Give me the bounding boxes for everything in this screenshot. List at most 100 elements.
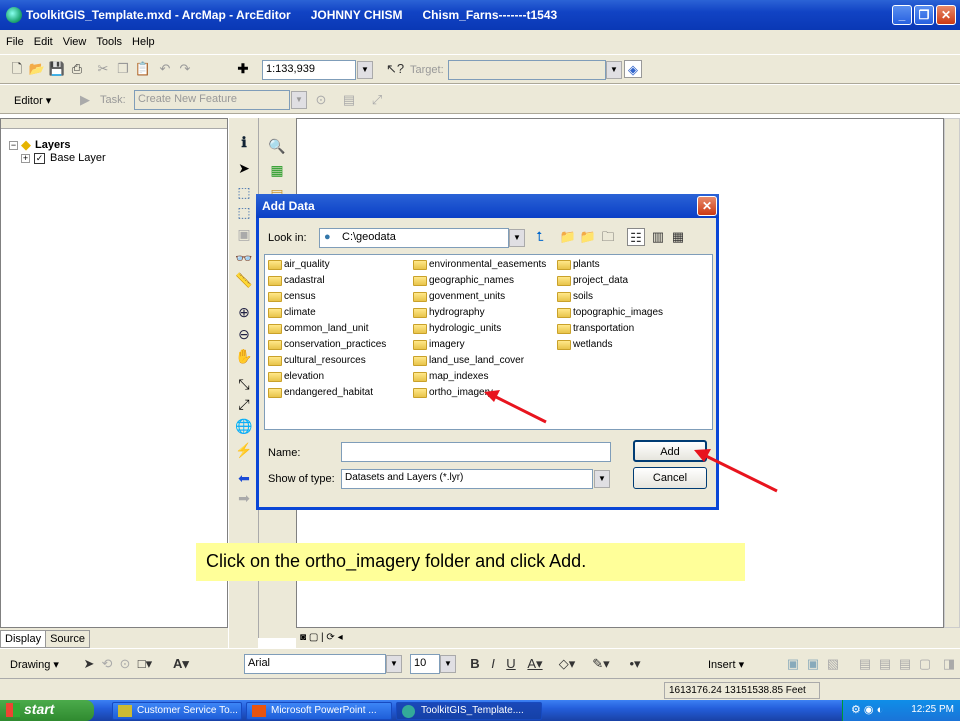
font-dropdown[interactable]: ▼ <box>386 655 402 673</box>
target-select[interactable] <box>448 60 606 80</box>
up-one-level-icon[interactable]: ⮤ <box>531 228 549 246</box>
find-icon[interactable]: 👓 <box>234 248 254 268</box>
show-of-type-dropdown[interactable]: ▼ <box>594 470 610 488</box>
add-data-icon[interactable]: ✚ <box>234 60 252 78</box>
thumbnails-view-icon[interactable]: ▦ <box>669 228 687 246</box>
folder-item[interactable]: endangered_habitat <box>268 387 373 398</box>
start-button[interactable]: start <box>0 700 94 721</box>
undo-icon[interactable]: ↶ <box>156 60 174 78</box>
folder-item[interactable]: cultural_resources <box>268 355 366 366</box>
zoom-to-selected-icon[interactable]: ▣ <box>234 224 254 244</box>
list-view-icon[interactable]: ☷ <box>627 228 645 246</box>
close-button[interactable]: ✕ <box>936 5 956 25</box>
toc-layer-item[interactable]: + ✓ Base Layer <box>21 152 106 164</box>
redo-icon[interactable]: ↷ <box>176 60 194 78</box>
edit-tool-icon[interactable]: ▶ <box>76 91 94 109</box>
folder-item[interactable]: elevation <box>268 371 324 382</box>
back-extent-icon[interactable]: ⬅ <box>234 468 254 488</box>
cut-icon[interactable]: ✂ <box>94 60 112 78</box>
sketch-properties-icon[interactable]: ⤢ <box>368 91 386 109</box>
folder-item[interactable]: project_data <box>557 275 628 286</box>
magnifier-icon[interactable]: 🔍 <box>267 136 287 156</box>
rectangle-icon[interactable]: □▾ <box>136 655 154 673</box>
folder-item[interactable]: land_use_land_cover <box>413 355 524 366</box>
map-scale-field[interactable]: 1:133,939 <box>262 60 356 80</box>
task-select[interactable]: Create New Feature <box>134 90 290 110</box>
look-in-dropdown[interactable]: ▼ <box>509 229 525 247</box>
font-size-select[interactable]: 10 <box>410 654 440 674</box>
select-elements-icon[interactable]: ➤ <box>234 158 254 178</box>
tab-source[interactable]: Source <box>46 630 90 648</box>
drawing-menu[interactable]: Drawing ▾ <box>10 658 59 671</box>
forward-extent-icon[interactable]: ➡ <box>234 488 254 508</box>
menu-help[interactable]: Help <box>132 36 155 48</box>
menu-view[interactable]: View <box>63 36 87 48</box>
folder-item[interactable]: geographic_names <box>413 275 514 286</box>
data-view-button[interactable]: ◙ ▢ | ⟳ ◂ <box>300 632 343 643</box>
rotate-icon[interactable]: ⟲ <box>98 655 116 673</box>
folder-item[interactable]: common_land_unit <box>268 323 369 334</box>
copy-icon[interactable]: ❐ <box>114 60 132 78</box>
menu-edit[interactable]: Edit <box>34 36 53 48</box>
zoom-in-icon[interactable]: ⊕ <box>234 302 254 322</box>
taskbar-item-arcmap[interactable]: ToolkitGIS_Template.... <box>396 702 542 720</box>
menu-file[interactable]: File <box>6 36 24 48</box>
zoom-whole-page-icon[interactable]: ⊙ <box>116 655 134 673</box>
editor-toolbar-icon[interactable]: ◈ <box>624 60 642 78</box>
print-icon[interactable]: ⎙ <box>68 60 86 78</box>
folder-item[interactable]: wetlands <box>557 339 612 350</box>
ungroup-icon[interactable]: ▣ <box>804 655 822 673</box>
folder-item[interactable]: conservation_practices <box>268 339 386 350</box>
restore-button[interactable]: ❐ <box>914 5 934 25</box>
attributes-icon[interactable]: ▤ <box>340 91 358 109</box>
insert-menu[interactable]: Insert ▾ <box>708 658 744 671</box>
zoom-out-icon[interactable]: ⊖ <box>234 324 254 344</box>
connect-folder-icon[interactable]: 📁 <box>559 228 577 246</box>
name-input[interactable] <box>341 442 611 462</box>
tab-display[interactable]: Display <box>0 630 47 648</box>
folder-item[interactable]: topographic_images <box>557 307 663 318</box>
minimize-button[interactable]: _ <box>892 5 912 25</box>
expand-icon[interactable]: + <box>21 153 30 163</box>
pan-icon[interactable]: ✋ <box>234 346 254 366</box>
folder-item[interactable]: climate <box>268 307 316 318</box>
underline-icon[interactable]: U <box>502 655 520 673</box>
align-icon[interactable]: ▤ <box>876 655 894 673</box>
text-tool-icon[interactable]: A▾ <box>172 655 190 673</box>
whats-this-icon[interactable]: ↖? <box>386 60 404 78</box>
edit-vertices-icon[interactable]: ◨ <box>940 655 958 673</box>
folder-item[interactable]: transportation <box>557 323 634 334</box>
folder-item[interactable]: hydrologic_units <box>413 323 501 334</box>
folder-item[interactable]: soils <box>557 291 593 302</box>
folder-item[interactable]: govenment_units <box>413 291 505 302</box>
nudge-icon[interactable]: ▤ <box>856 655 874 673</box>
look-in-select[interactable]: ● C:\geodata <box>319 228 509 248</box>
folder-item[interactable]: environmental_easements <box>413 259 546 270</box>
open-folder-icon[interactable]: 📂 <box>28 60 46 78</box>
bold-icon[interactable]: B <box>466 655 484 673</box>
taskbar-item-customer-service[interactable]: Customer Service To... <box>112 702 242 720</box>
fill-color-icon[interactable]: ◇▾ <box>558 655 576 673</box>
hyperlink-icon[interactable]: ⚡ <box>234 440 254 460</box>
layers-root[interactable]: − ◆ Layers <box>9 137 70 153</box>
tray-icons[interactable]: ⚙ ◉ ◐ <box>851 703 883 716</box>
full-extent-icon[interactable]: 🌐 <box>234 416 254 436</box>
folder-item[interactable]: air_quality <box>268 259 330 270</box>
map-vertical-scrollbar[interactable] <box>944 118 960 628</box>
scale-dropdown[interactable]: ▼ <box>357 61 373 79</box>
folder-item[interactable]: map_indexes <box>413 371 488 382</box>
marker-color-icon[interactable]: •▾ <box>626 655 644 673</box>
folder-item[interactable]: census <box>268 291 316 302</box>
distribute-icon[interactable]: ▤ <box>896 655 914 673</box>
line-color-icon[interactable]: ✎▾ <box>592 655 610 673</box>
collapse-icon[interactable]: − <box>9 140 18 150</box>
order-icon[interactable]: ▧ <box>824 655 842 673</box>
select-elements-icon[interactable]: ➤ <box>80 655 98 673</box>
details-view-icon[interactable]: ▥ <box>649 228 667 246</box>
menu-tools[interactable]: Tools <box>96 36 122 48</box>
italic-icon[interactable]: I <box>484 655 502 673</box>
new-folder-icon[interactable]: 🗀 <box>599 228 617 246</box>
clear-selection-icon[interactable]: ⬚ <box>234 202 254 222</box>
font-color-icon[interactable]: A▾ <box>526 655 544 673</box>
group-icon[interactable]: ▣ <box>784 655 802 673</box>
